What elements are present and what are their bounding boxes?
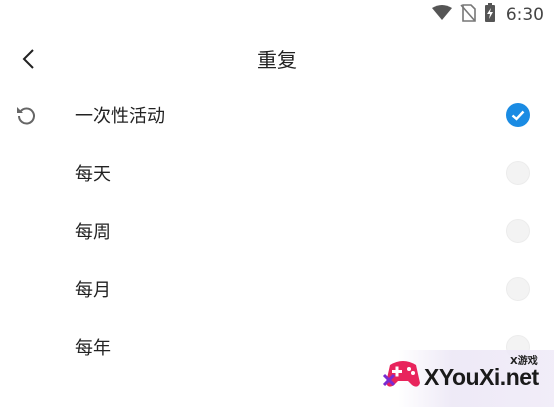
page-title: 重复 (257, 48, 297, 72)
status-bar: 6:30 (431, 0, 554, 30)
radio-selected[interactable] (506, 103, 530, 127)
watermark-big-text: XYouXi.net (424, 364, 539, 390)
wifi-icon (431, 5, 452, 25)
option-label: 每天 (75, 164, 111, 185)
radio-unselected[interactable] (506, 219, 530, 243)
status-time: 6:30 (505, 5, 544, 25)
option-label: 每月 (75, 280, 111, 301)
option-label: 每年 (75, 338, 111, 359)
option-weekly[interactable]: 每周 (0, 202, 554, 260)
watermark: X游戏 XYouXi.net (378, 350, 554, 407)
option-label: 一次性活动 (75, 106, 165, 127)
option-once[interactable]: 一次性活动 (0, 86, 554, 144)
app-bar: 重复 (0, 34, 554, 82)
battery-charging-icon (484, 3, 496, 27)
radio-unselected[interactable] (506, 161, 530, 185)
option-label: 每周 (75, 222, 111, 243)
no-sim-icon (460, 4, 476, 26)
option-monthly[interactable]: 每月 (0, 260, 554, 318)
repeat-options-list: 一次性活动 每天 每周 每月 每年 (0, 86, 554, 376)
reset-icon[interactable] (14, 103, 38, 127)
radio-unselected[interactable] (506, 277, 530, 301)
gamepad-icon (382, 361, 420, 387)
check-icon (511, 110, 525, 121)
option-daily[interactable]: 每天 (0, 144, 554, 202)
